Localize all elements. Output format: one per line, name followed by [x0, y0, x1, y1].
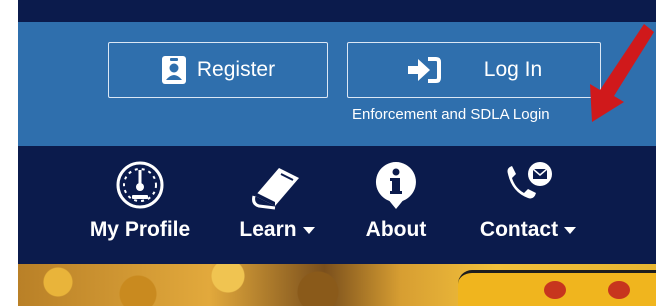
- school-bus-image: [458, 270, 656, 306]
- sign-in-icon: [406, 56, 442, 84]
- nav-label-about: About: [365, 218, 427, 241]
- red-annotation-arrow: [590, 24, 654, 122]
- nav-label-learn: Learn: [232, 218, 322, 242]
- nav-label-contact-text: Contact: [479, 218, 559, 241]
- login-button[interactable]: Log In: [347, 42, 601, 98]
- nav-item-about[interactable]: About: [356, 160, 436, 242]
- phone-mail-icon: [472, 160, 584, 210]
- id-badge-icon: [161, 55, 187, 85]
- register-button[interactable]: Register: [108, 42, 328, 98]
- bus-light: [608, 281, 630, 299]
- nav-item-contact[interactable]: Contact: [472, 160, 584, 242]
- register-label: Register: [196, 58, 276, 81]
- bus-light: [544, 281, 566, 299]
- auth-bar: Register Log In Enforcement and SDLA Log…: [18, 22, 656, 146]
- info-icon: [356, 160, 436, 210]
- nav-label-contact: Contact: [472, 218, 584, 242]
- gauge-icon: [80, 160, 200, 210]
- nav-label-learn-text: Learn: [239, 218, 297, 241]
- page-frame: Register Log In Enforcement and SDLA Log…: [18, 0, 656, 306]
- top-strip: [18, 0, 656, 22]
- nav-item-my-profile[interactable]: My Profile: [80, 160, 200, 242]
- nav-item-learn[interactable]: Learn: [232, 160, 322, 242]
- login-label: Log In: [483, 58, 543, 81]
- main-nav: My Profile Learn About Contact: [18, 146, 656, 264]
- caret-down-icon: [302, 226, 315, 234]
- book-icon: [232, 160, 322, 210]
- nav-label-my-profile: My Profile: [89, 218, 191, 241]
- enforcement-sdla-login-link[interactable]: Enforcement and SDLA Login: [352, 106, 550, 123]
- caret-down-icon: [564, 226, 577, 234]
